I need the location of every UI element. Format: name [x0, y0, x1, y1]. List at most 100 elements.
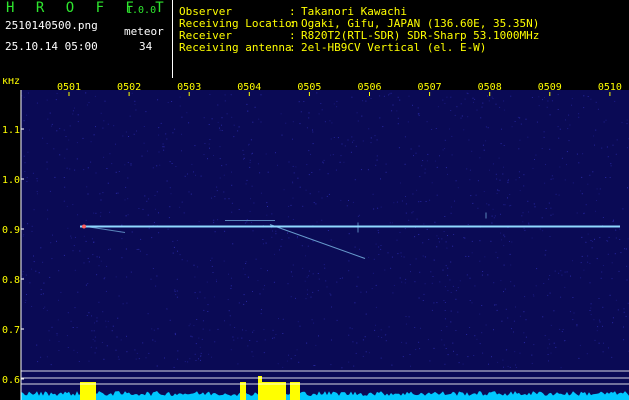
noise-speck — [367, 169, 369, 171]
noise-speck — [330, 138, 332, 140]
noise-speck — [308, 150, 310, 152]
noise-speck — [357, 276, 359, 278]
noise-speck — [336, 281, 338, 283]
x-tick-label: 0504 — [237, 82, 261, 93]
noise-speck — [49, 112, 51, 114]
noise-speck — [77, 121, 79, 123]
noise-speck — [457, 311, 459, 313]
noise-speck — [460, 103, 462, 105]
noise-speck — [427, 153, 429, 155]
noise-speck — [377, 229, 379, 231]
noise-speck — [446, 96, 448, 98]
noise-speck — [598, 298, 600, 299]
noise-speck — [536, 268, 538, 270]
noise-speck — [469, 327, 471, 328]
noise-speck — [127, 198, 129, 200]
noise-speck — [522, 212, 524, 214]
noise-speck — [257, 163, 259, 165]
noise-speck — [295, 166, 297, 168]
noise-speck — [217, 104, 219, 106]
noise-speck — [296, 349, 298, 351]
noise-speck — [78, 361, 80, 362]
noise-speck — [246, 300, 247, 302]
noise-speck — [173, 246, 175, 248]
noise-speck — [252, 331, 254, 333]
noise-speck — [158, 127, 160, 129]
noise-speck — [125, 215, 127, 217]
noise-speck — [197, 266, 199, 268]
noise-speck — [272, 337, 273, 339]
noise-speck — [441, 339, 443, 341]
noise-speck — [231, 116, 233, 118]
noise-speck — [431, 129, 433, 130]
noise-speck — [550, 214, 552, 216]
noise-speck — [560, 270, 562, 272]
noise-speck — [154, 195, 156, 196]
noise-speck — [378, 232, 380, 234]
noise-speck — [542, 316, 544, 318]
noise-speck — [418, 297, 420, 299]
noise-speck — [214, 231, 216, 233]
noise-speck — [551, 175, 553, 177]
noise-speck — [170, 193, 172, 195]
noise-speck — [542, 99, 543, 101]
noise-speck — [224, 94, 226, 96]
noise-speck — [186, 112, 188, 114]
noise-speck — [230, 349, 232, 351]
noise-speck — [527, 136, 529, 138]
noise-speck — [419, 271, 421, 273]
noise-speck — [250, 139, 252, 141]
noise-speck — [507, 317, 509, 319]
noise-speck — [434, 160, 436, 162]
noise-speck — [90, 141, 92, 143]
noise-speck — [468, 255, 470, 257]
noise-speck — [339, 278, 341, 279]
noise-speck — [263, 329, 265, 331]
noise-speck — [352, 141, 353, 143]
noise-speck — [405, 342, 407, 344]
noise-speck — [461, 115, 463, 117]
noise-speck — [450, 206, 452, 208]
power-peak — [290, 382, 300, 400]
noise-speck — [623, 311, 625, 313]
noise-speck — [500, 143, 502, 145]
noise-speck — [305, 189, 307, 191]
noise-speck — [95, 347, 97, 349]
noise-speck — [260, 313, 262, 315]
noise-speck — [152, 339, 154, 341]
noise-speck — [51, 125, 53, 127]
noise-speck — [380, 206, 382, 208]
noise-speck — [64, 186, 66, 188]
noise-speck — [138, 208, 140, 209]
noise-speck — [543, 131, 545, 133]
noise-speck — [86, 104, 88, 106]
noise-speck — [503, 366, 504, 368]
noise-speck — [525, 336, 527, 338]
noise-speck — [179, 254, 181, 256]
noise-speck — [375, 324, 376, 326]
noise-speck — [503, 234, 505, 236]
noise-speck — [490, 240, 492, 242]
noise-speck — [253, 329, 255, 331]
noise-speck — [319, 169, 321, 171]
noise-speck — [352, 201, 354, 203]
noise-speck — [551, 100, 553, 102]
noise-speck — [181, 201, 183, 203]
noise-speck — [272, 329, 274, 331]
noise-speck — [471, 240, 473, 242]
noise-speck — [275, 152, 276, 154]
noise-speck — [612, 317, 614, 319]
noise-speck — [572, 319, 574, 321]
noise-speck — [213, 219, 215, 221]
noise-speck — [249, 162, 251, 164]
noise-speck — [231, 202, 233, 204]
noise-speck — [348, 361, 350, 363]
noise-speck — [491, 215, 493, 217]
noise-speck — [198, 337, 200, 339]
noise-speck — [626, 265, 628, 267]
noise-speck — [438, 241, 440, 243]
noise-speck — [528, 211, 530, 213]
noise-speck — [174, 289, 176, 291]
noise-speck — [450, 110, 452, 111]
noise-speck — [199, 291, 201, 293]
